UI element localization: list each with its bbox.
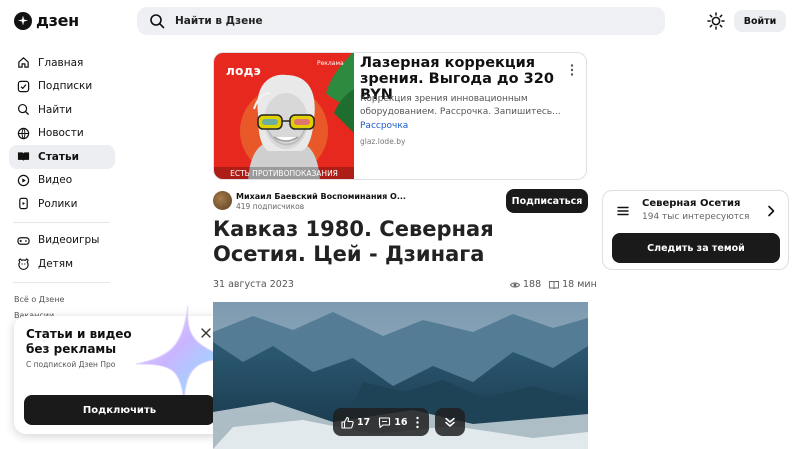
logo[interactable]: дзен xyxy=(14,11,79,30)
ad-card[interactable]: лодэ Реклама ЕСТЬ ПРОТИВОПОКАЗАНИЯ Лазер… xyxy=(213,52,587,180)
sidebar-item-articles[interactable]: Статьи xyxy=(9,145,115,169)
sidebar-item-label: Найти xyxy=(38,103,73,116)
search-bar[interactable]: Найти в Дзене xyxy=(137,7,665,35)
sidebar-item-label: Видеоигры xyxy=(38,234,100,247)
topic-interested-count: 194 тыс интересуются xyxy=(642,212,750,222)
article-title: Кавказ 1980. Северная Осетия. Цей - Дзин… xyxy=(213,217,494,266)
subscribe-button[interactable]: Подписаться xyxy=(506,189,588,213)
login-button[interactable]: Войти xyxy=(734,10,786,32)
channel-subscribers: 419 подписчиков xyxy=(236,202,305,211)
sidebar-item-label: Ролики xyxy=(38,197,78,210)
channel-avatar[interactable] xyxy=(213,191,232,210)
comment-icon xyxy=(379,416,391,428)
like-button[interactable]: 17 xyxy=(341,416,370,429)
ad-disclaimer: ЕСТЬ ПРОТИВОПОКАЗАНИЯ xyxy=(214,167,354,179)
book-icon xyxy=(549,280,560,289)
topic-name[interactable]: Северная Осетия xyxy=(642,198,740,209)
ad-label: Реклама xyxy=(317,60,344,67)
more-vertical-icon[interactable] xyxy=(416,416,420,429)
sidebar-item-videogames[interactable]: Видеоигры xyxy=(9,229,115,253)
comments-button[interactable]: 16 xyxy=(378,416,407,429)
sidebar-item-label: Главная xyxy=(38,56,84,69)
close-icon[interactable] xyxy=(200,327,212,339)
gamepad-icon xyxy=(17,236,30,245)
sidebar-item-kids[interactable]: Детям xyxy=(9,252,115,276)
thumbs-up-icon xyxy=(341,416,354,429)
views-count: 188 xyxy=(523,279,542,290)
article-stats: 188 18 мин xyxy=(510,279,597,290)
channel-name[interactable]: Михаил Баевский Воспоминания О... xyxy=(236,192,406,201)
chevron-right-icon[interactable] xyxy=(766,205,776,217)
menu-lines-icon xyxy=(617,206,629,216)
promo-popup: Статьи и видео без рекламы С подпиской Д… xyxy=(14,306,231,434)
articles-icon xyxy=(17,152,30,162)
news-icon xyxy=(17,127,30,139)
subscriptions-icon xyxy=(17,80,30,92)
topic-card: Северная Осетия 194 тыс интересуются Сле… xyxy=(602,190,789,270)
sidebar-item-label: Подписки xyxy=(38,80,93,93)
sidebar-item-clips[interactable]: Ролики xyxy=(9,192,115,216)
sidebar-item-video[interactable]: Видео xyxy=(9,169,115,193)
footer-link-about[interactable]: Всё о Дзене xyxy=(14,292,64,308)
sidebar-item-news[interactable]: Новости xyxy=(9,122,115,146)
ad-link[interactable]: Рассрочка xyxy=(360,121,408,131)
ad-image[interactable]: лодэ Реклама ЕСТЬ ПРОТИВОПОКАЗАНИЯ xyxy=(214,53,354,179)
sidebar-item-label: Видео xyxy=(38,174,73,187)
search-icon xyxy=(150,14,165,29)
more-vertical-icon[interactable] xyxy=(566,63,578,77)
video-icon xyxy=(17,174,30,186)
sidebar-item-label: Новости xyxy=(38,127,84,140)
search-input[interactable]: Найти в Дзене xyxy=(175,15,263,27)
kids-icon xyxy=(18,258,29,271)
article-date: 31 августа 2023 xyxy=(213,279,294,290)
sidebar-item-home[interactable]: Главная xyxy=(9,51,115,75)
ad-brand-logo: лодэ xyxy=(226,64,262,78)
sidebar-item-subscriptions[interactable]: Подписки xyxy=(9,75,115,99)
search-icon xyxy=(17,104,30,116)
sidebar-item-search[interactable]: Найти xyxy=(9,98,115,122)
double-chevron-down-icon xyxy=(445,417,455,427)
clips-icon xyxy=(19,198,28,210)
theme-toggle-sun-icon[interactable] xyxy=(707,12,725,30)
scroll-down-button[interactable] xyxy=(435,408,465,436)
subscribe-pro-button[interactable]: Подключить xyxy=(24,395,215,425)
home-icon xyxy=(18,57,29,68)
sidebar-item-label: Детям xyxy=(38,257,74,270)
sidebar-divider xyxy=(13,221,110,223)
promo-subtitle: С подпиской Дзен Про xyxy=(26,360,116,369)
logo-text: дзен xyxy=(36,11,79,30)
sidebar-divider xyxy=(13,281,110,283)
likes-count: 17 xyxy=(357,416,371,428)
eye-icon xyxy=(510,281,520,288)
ad-description: Коррекция зрения инновационным оборудова… xyxy=(360,94,561,117)
article-action-bar: 17 16 xyxy=(333,408,429,436)
dzen-logo-icon xyxy=(14,11,32,30)
read-time: 18 мин xyxy=(562,279,597,290)
sidebar-item-label: Статьи xyxy=(38,150,79,163)
ad-domain: glaz.lode.by xyxy=(360,137,406,146)
promo-title: Статьи и видео без рекламы xyxy=(26,327,132,356)
follow-topic-button[interactable]: Следить за темой xyxy=(612,233,780,263)
sidebar-nav: Главная Подписки Найти Новости Статьи Ви… xyxy=(9,51,115,289)
comments-count: 16 xyxy=(394,416,408,428)
